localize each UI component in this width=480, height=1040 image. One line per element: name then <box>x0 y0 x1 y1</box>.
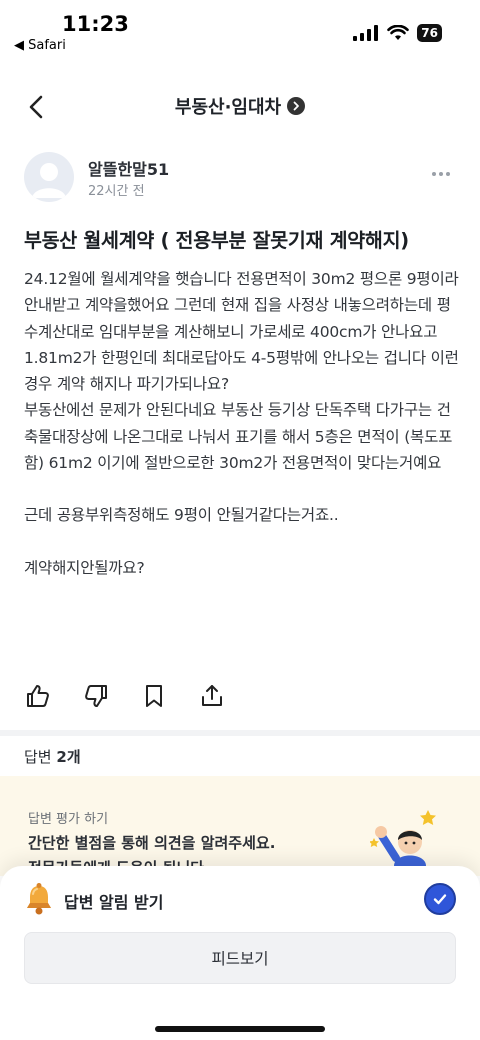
answers-count-value: 2개 <box>56 748 81 766</box>
status-bar: 11:23 ◀ Safari 76 <box>0 0 480 60</box>
category-title-link[interactable]: 부동산·임대차 <box>0 93 480 119</box>
post-paragraph: 계약해지안될까요? <box>24 558 145 577</box>
eval-subtitle: 답변 평가 하기 <box>28 812 109 827</box>
post-title: 부동산 월세계약 ( 전용부분 잘못기재 계약해지) <box>24 229 409 252</box>
nav-bar: 부동산·임대차 <box>0 84 480 128</box>
home-indicator <box>155 1026 325 1032</box>
thumbs-down-icon <box>85 685 107 707</box>
answer-notification-toggle[interactable]: 답변 알림 받기 <box>24 880 456 918</box>
author-name[interactable]: 알뜰한말51 <box>88 156 169 180</box>
bookmark-button[interactable] <box>140 682 168 710</box>
default-avatar-icon <box>32 163 66 198</box>
post-paragraph: 24.12월에 월세계약을 햇습니다 전용면적이 30m2 평으론 9평이라 안… <box>24 270 459 394</box>
status-icons: 76 <box>353 24 442 42</box>
post-paragraph: 부동산에선 문제가 안된다네요 부동산 등기상 단독주택 다가구는 건축물대장상… <box>24 401 453 473</box>
eval-message: 간단한 별점을 통해 의견을 알려주세요. <box>28 834 276 852</box>
chevron-right-circle-icon <box>287 97 306 115</box>
share-icon <box>202 685 222 706</box>
like-button[interactable] <box>24 682 52 710</box>
status-time: 11:23 <box>62 12 129 36</box>
notify-label: 답변 알림 받기 <box>64 893 164 912</box>
view-feed-button[interactable]: 피드보기 <box>24 932 456 984</box>
back-to-safari-link[interactable]: ◀ Safari <box>14 38 66 53</box>
notify-checkbox[interactable] <box>424 883 456 915</box>
bell-icon <box>27 883 51 915</box>
answer-evaluation-card[interactable]: 답변 평가 하기 간단한 별점을 통해 의견을 알려주세요. 전문가들에게 도움… <box>0 776 480 876</box>
answers-count: 답변 2개 <box>24 746 81 767</box>
answers-label: 답변 <box>24 748 52 766</box>
post-body: 24.12월에 월세계약을 햇습니다 전용면적이 30m2 평으론 9평이라 안… <box>24 266 460 581</box>
page-title: 부동산·임대차 <box>174 97 282 118</box>
thumbs-up-icon <box>27 685 49 707</box>
more-options-icon[interactable] <box>432 166 456 182</box>
section-divider <box>0 730 480 736</box>
checkmark-icon <box>433 894 447 905</box>
post-time: 22시간 전 <box>88 184 145 199</box>
signal-icon <box>353 25 379 41</box>
wifi-icon <box>387 25 410 40</box>
bottom-sheet: 답변 알림 받기 피드보기 <box>0 866 480 1040</box>
post-paragraph: 근데 공용부위측정해도 9평이 안될거같다는거죠.. <box>24 506 339 525</box>
post-actions <box>24 682 226 712</box>
battery-indicator: 76 <box>417 24 442 42</box>
avatar[interactable] <box>24 152 74 202</box>
author-row: 알뜰한말51 22시간 전 <box>24 150 456 206</box>
bookmark-icon <box>146 685 162 707</box>
share-button[interactable] <box>198 682 226 710</box>
dislike-button[interactable] <box>82 682 110 710</box>
